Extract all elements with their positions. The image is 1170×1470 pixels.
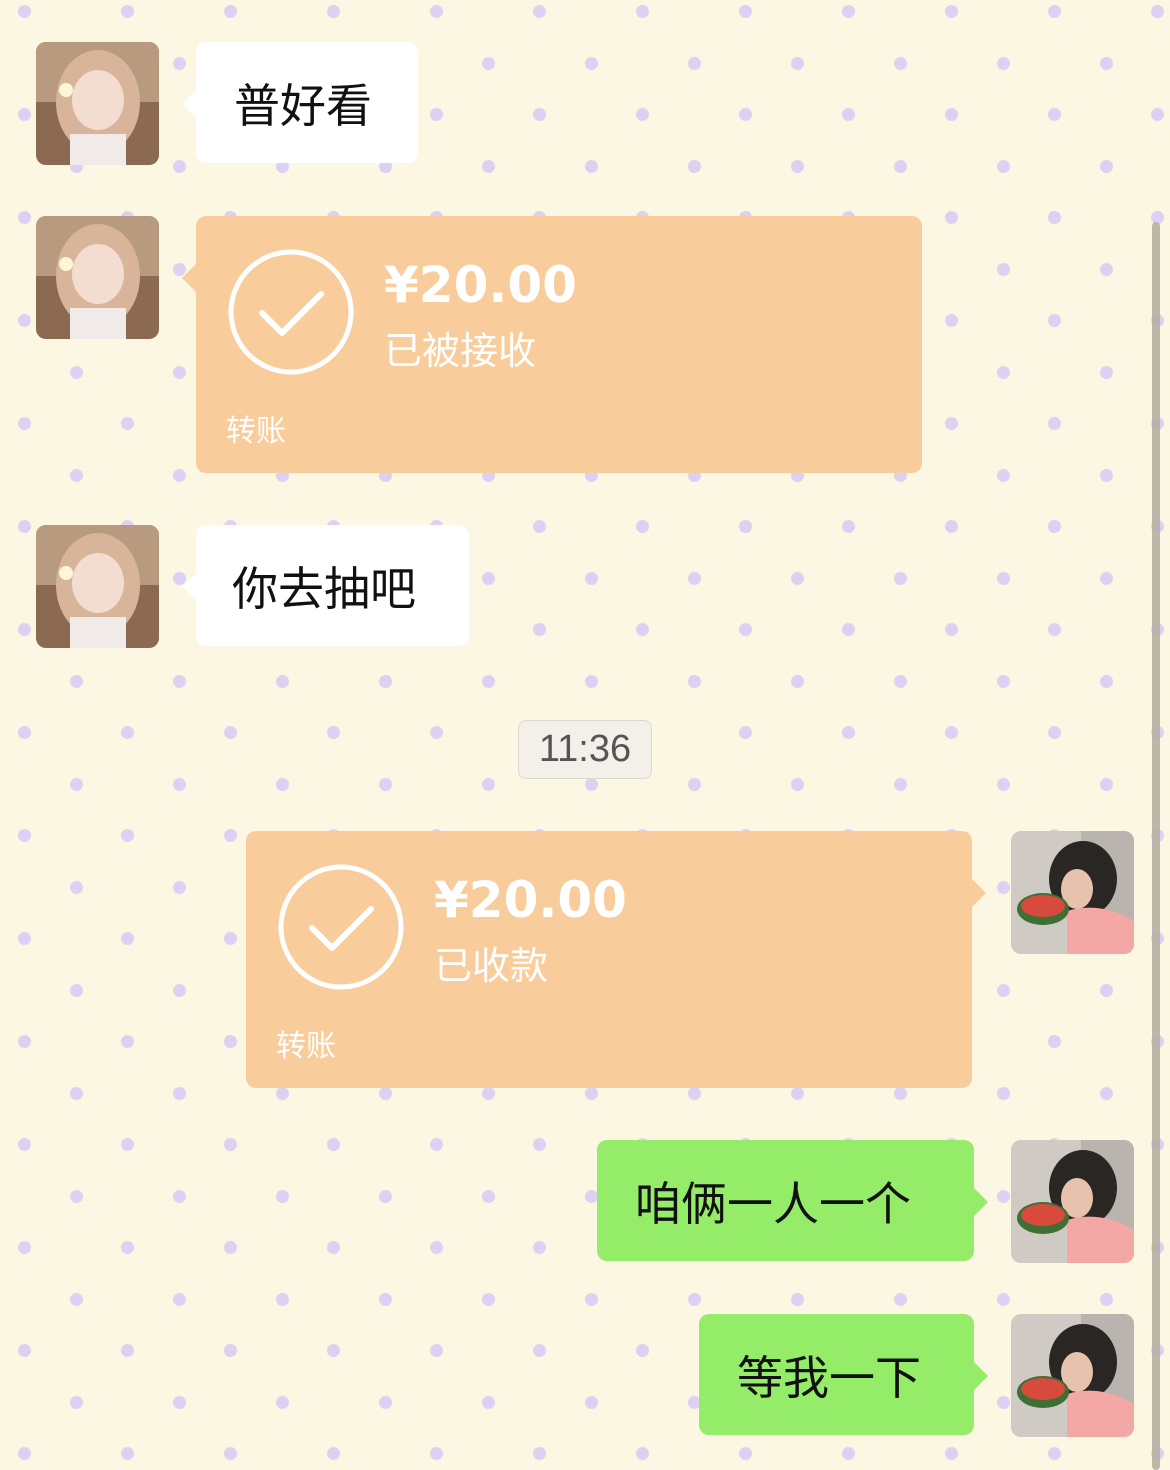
transfer-amount: ¥20.00	[384, 256, 577, 314]
contact-avatar[interactable]	[36, 525, 159, 648]
my-avatar-image	[1011, 1140, 1134, 1263]
incoming-message-bubble[interactable]: 普好看	[182, 42, 418, 163]
contact-avatar[interactable]	[36, 216, 159, 339]
chat-timestamp: 11:36	[518, 720, 652, 779]
contact-avatar[interactable]	[36, 42, 159, 165]
contact-avatar-image	[36, 42, 159, 165]
my-avatar[interactable]	[1011, 1314, 1134, 1437]
incoming-message-bubble[interactable]: 你去抽吧	[182, 525, 469, 646]
my-avatar-image	[1011, 831, 1134, 954]
my-avatar[interactable]	[1011, 1140, 1134, 1263]
transfer-label: 转账	[276, 1029, 336, 1064]
transfer-status: 已被接收	[384, 329, 537, 373]
chat-view: 普好看 ¥20.00 已被接收 转账 你去抽吧 11:36 ¥20.00 已收款…	[0, 0, 1170, 1470]
transfer-label: 转账	[226, 414, 286, 449]
message-text: 普好看	[234, 78, 372, 133]
contact-avatar-image	[36, 216, 159, 339]
transfer-card[interactable]: ¥20.00 已被接收 转账	[182, 216, 922, 473]
my-avatar-image	[1011, 1314, 1134, 1437]
check-circle-icon	[226, 247, 356, 377]
outgoing-message-bubble[interactable]: 咱俩一人一个	[597, 1140, 988, 1261]
my-avatar[interactable]	[1011, 831, 1134, 954]
message-text: 咱俩一人一个	[635, 1176, 911, 1231]
message-text: 等我一下	[737, 1350, 921, 1405]
transfer-card[interactable]: ¥20.00 已收款 转账	[246, 831, 986, 1088]
scrollbar[interactable]	[1152, 222, 1160, 1470]
transfer-status: 已收款	[434, 944, 549, 988]
contact-avatar-image	[36, 525, 159, 648]
transfer-amount: ¥20.00	[434, 871, 627, 929]
message-text: 你去抽吧	[232, 561, 416, 616]
check-circle-icon	[276, 862, 406, 992]
outgoing-message-bubble[interactable]: 等我一下	[699, 1314, 988, 1435]
